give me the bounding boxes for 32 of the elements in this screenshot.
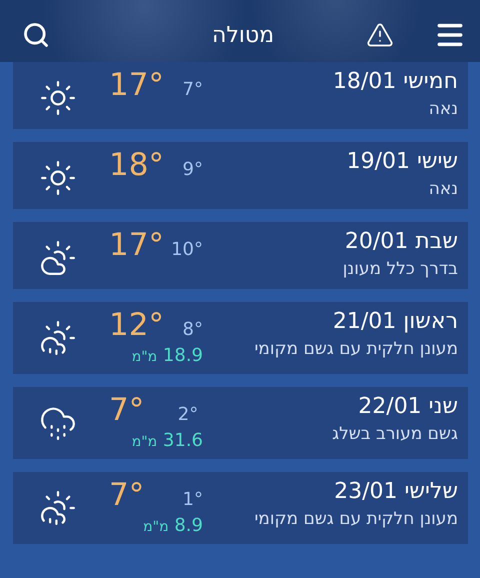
sun-icon bbox=[39, 79, 77, 117]
day-date: שלישי 23/01 bbox=[334, 478, 458, 506]
warning-button[interactable] bbox=[366, 21, 394, 49]
day-date: שישי 19/01 bbox=[346, 148, 458, 176]
location-title: מטולה bbox=[210, 22, 276, 48]
high-temperature: 7° bbox=[108, 392, 146, 428]
high-temperature: 17° bbox=[108, 67, 164, 103]
low-temperature: 8° bbox=[182, 319, 203, 342]
low-temperature: 9° bbox=[182, 159, 203, 182]
cloud-sun-icon bbox=[39, 239, 77, 277]
weather-description: נאה bbox=[428, 178, 458, 201]
high-temperature: 17° bbox=[108, 227, 164, 263]
low-temperature: 10° bbox=[171, 239, 203, 262]
low-temperature: 7° bbox=[182, 79, 203, 102]
weather-description: מעונן חלקית עם גשם מקומי bbox=[254, 338, 458, 361]
low-temperature: 2° bbox=[178, 404, 200, 427]
cloud-sun-rain-icon bbox=[39, 489, 77, 527]
day-date: חמישי 18/01 bbox=[332, 68, 458, 96]
day-date: שבת 20/01 bbox=[344, 228, 458, 256]
day-date: שני 22/01 bbox=[358, 393, 458, 421]
search-button[interactable] bbox=[22, 21, 50, 49]
cloud-sun-rain-icon bbox=[39, 319, 77, 357]
weather-description: בדרך כלל מעונן bbox=[342, 258, 458, 281]
weather-description: מעונן חלקית עם גשם מקומי bbox=[254, 508, 458, 531]
high-temperature: 18° bbox=[108, 147, 164, 183]
high-temperature: 12° bbox=[108, 307, 164, 343]
weather-description: גשם מעורב בשלג bbox=[332, 423, 458, 446]
low-temperature: 1° bbox=[182, 489, 203, 512]
sun-icon bbox=[39, 159, 77, 197]
high-temperature: 7° bbox=[108, 477, 144, 513]
weather-description: נאה bbox=[428, 98, 458, 121]
day-date: ראשון 21/01 bbox=[332, 308, 458, 336]
